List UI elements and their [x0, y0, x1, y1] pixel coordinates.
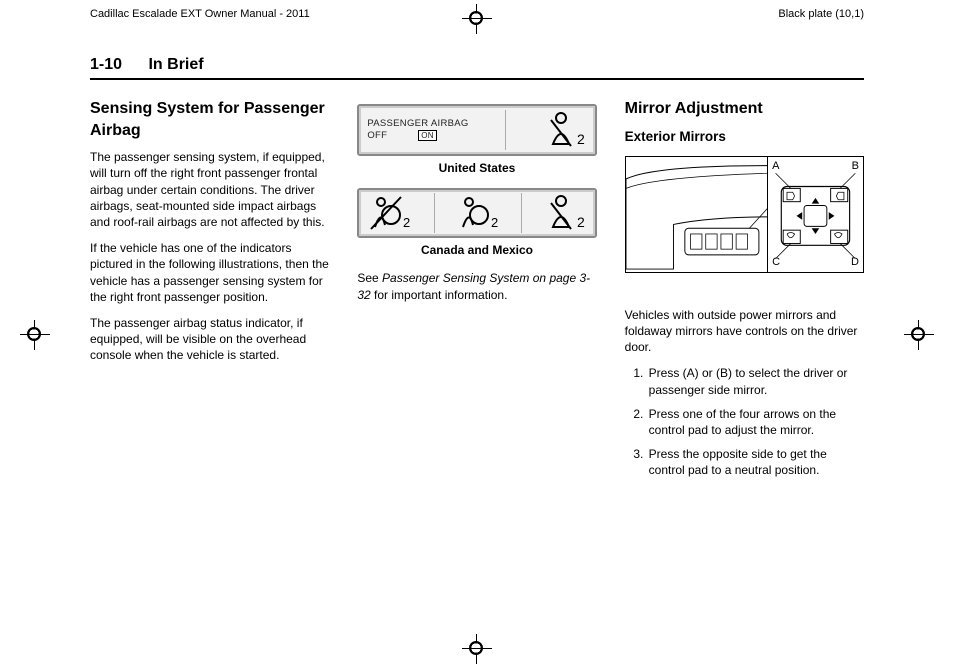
heading-sensing-system: Sensing System for Passenger Airbag [90, 98, 329, 141]
airbag-off-icon: 2 [367, 193, 413, 233]
mirror-step-3: Press the opposite side to get the contr… [647, 446, 864, 478]
svg-text:2: 2 [577, 131, 585, 147]
page-body: 1-10 In Brief Sensing System for Passeng… [90, 56, 864, 487]
seatbelt-icon: 2 [543, 193, 587, 233]
mirror-figure: A B C D [625, 156, 864, 273]
heading-mirror-adjustment: Mirror Adjustment [625, 98, 864, 120]
caption-united-states: United States [357, 160, 596, 176]
indicator-us: PASSENGER AIRBAG OFF ON 2 [357, 104, 596, 156]
see-suffix: for important information. [371, 288, 508, 302]
crop-mark-top [462, 4, 492, 34]
para-mirror-intro: Vehicles with outside power mirrors and … [625, 307, 864, 356]
para-sensing-2: If the vehicle has one of the indicators… [90, 240, 329, 305]
subheading-exterior-mirrors: Exterior Mirrors [625, 128, 864, 146]
airbag-on-icon: 2 [455, 193, 501, 233]
indicator-us-line1: PASSENGER AIRBAG [367, 118, 468, 130]
page-number: 1-10 [90, 56, 122, 73]
mirror-steps-list: Press (A) or (B) to select the driver or… [625, 365, 864, 478]
mirror-control-pad: A B C D [767, 157, 863, 272]
indicator-us-line2: OFF ON [367, 130, 468, 142]
mirror-dash-illustration [626, 157, 768, 272]
crop-mark-right [904, 320, 934, 350]
indicator-us-on: ON [418, 130, 437, 141]
para-sensing-1: The passenger sensing system, if equippe… [90, 149, 329, 230]
column-1: Sensing System for Passenger Airbag The … [90, 98, 329, 487]
svg-text:2: 2 [491, 215, 498, 230]
column-2: PASSENGER AIRBAG OFF ON 2 United [357, 98, 596, 487]
indicator-us-text: PASSENGER AIRBAG OFF ON [367, 118, 468, 143]
mirror-step-1: Press (A) or (B) to select the driver or… [647, 365, 864, 397]
caption-canada-mexico: Canada and Mexico [357, 242, 596, 258]
para-sensing-3: The passenger airbag status indicator, i… [90, 315, 329, 364]
see-prefix: See [357, 271, 382, 285]
svg-text:2: 2 [577, 214, 585, 230]
page-header: 1-10 In Brief [90, 56, 864, 80]
crop-mark-bottom [462, 634, 492, 664]
mirror-label-b: B [852, 159, 859, 174]
seatbelt-icon: 2 [543, 110, 587, 150]
section-title: In Brief [148, 56, 203, 73]
mirror-label-a: A [772, 159, 779, 174]
mirror-label-c: C [772, 255, 780, 270]
header-left-text: Cadillac Escalade EXT Owner Manual - 201… [90, 8, 310, 20]
svg-text:2: 2 [403, 215, 410, 230]
mirror-step-2: Press one of the four arrows on the cont… [647, 406, 864, 438]
indicator-canada: 2 2 [357, 188, 596, 238]
indicator-divider [521, 193, 522, 233]
indicator-divider [434, 193, 435, 233]
mirror-label-d: D [851, 255, 859, 270]
indicator-us-off: OFF [367, 130, 387, 141]
crop-mark-left [20, 320, 50, 350]
column-3: Mirror Adjustment Exterior Mirrors [625, 98, 864, 487]
indicator-divider [505, 110, 506, 150]
see-reference: See Passenger Sensing System on page 3-3… [357, 270, 596, 302]
header-right-text: Black plate (10,1) [778, 8, 864, 20]
